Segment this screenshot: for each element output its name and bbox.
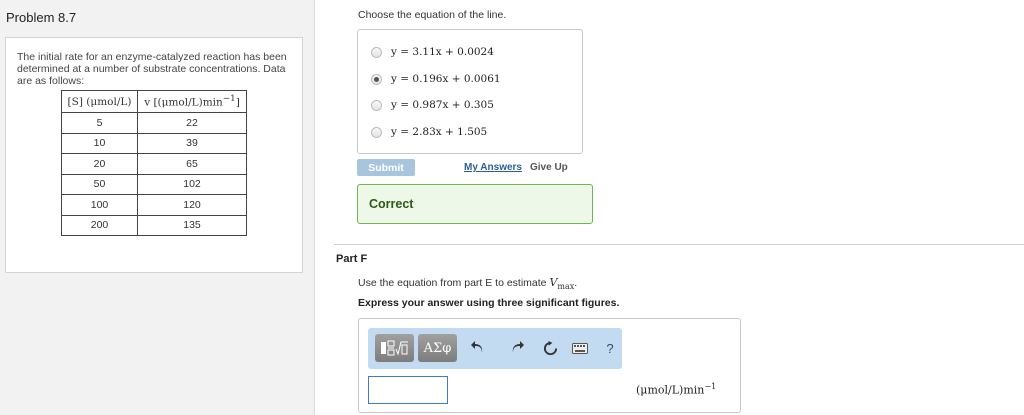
answer-panel: ΑΣφ ? (μmol/L)min−1	[358, 318, 741, 413]
part-e-prompt: Choose the equation of the line.	[358, 9, 507, 21]
table-cell: 100	[61, 194, 138, 216]
keyboard-icon[interactable]	[571, 339, 589, 357]
radio-button[interactable]	[371, 46, 382, 58]
radio-button[interactable]	[371, 99, 382, 111]
table-cell: 200	[61, 214, 138, 236]
feedback-box: Correct	[357, 184, 593, 224]
problem-statement-box: The initial rate for an enzyme-catalyzed…	[5, 37, 303, 273]
help-icon[interactable]: ?	[601, 339, 619, 357]
choice-group: y = 3.11x + 0.0024 y = 0.196x + 0.0061 y…	[357, 29, 583, 154]
table-cell: 65	[137, 153, 247, 175]
choice-option-4[interactable]: y = 2.83x + 1.505	[371, 124, 487, 140]
table-cell: 5	[61, 112, 138, 134]
unit-label: (μmol/L)min−1	[636, 382, 717, 397]
give-up-link[interactable]: Give Up	[530, 162, 568, 173]
feedback-text: Correct	[369, 197, 414, 211]
table-cell: 20	[61, 153, 138, 175]
table-row: 200 135	[61, 214, 247, 236]
part-f-title: Part F	[336, 253, 368, 265]
choice-option-3[interactable]: y = 0.987x + 0.305	[371, 97, 494, 113]
table-row: 50 102	[61, 173, 247, 195]
table-cell: 22	[137, 112, 247, 134]
redo-icon[interactable]	[508, 339, 526, 357]
column-header-rate: v [(μmol/L)min−1]	[137, 90, 247, 113]
section-divider	[334, 244, 1024, 245]
radio-button-selected[interactable]	[371, 73, 382, 85]
fraction-sqrt-template-icon[interactable]	[375, 334, 414, 362]
submit-button[interactable]: Submit	[357, 159, 415, 176]
column-header-substrate: [S] (μmol/L)	[61, 90, 138, 113]
table-cell: 50	[61, 173, 138, 195]
table-cell: 39	[137, 132, 247, 154]
table-cell: 120	[137, 194, 247, 216]
answer-input[interactable]	[368, 376, 448, 404]
choice-label[interactable]: y = 0.987x + 0.305	[391, 99, 494, 111]
table-row: 20 65	[61, 153, 247, 175]
table-row: 10 39	[61, 132, 247, 154]
part-f-express-instruction: Express your answer using three signific…	[358, 297, 620, 309]
vmax-symbol: Vmax	[549, 276, 575, 292]
choice-option-2[interactable]: y = 0.196x + 0.0061	[371, 71, 501, 87]
choice-label[interactable]: y = 3.11x + 0.0024	[391, 46, 494, 58]
reset-icon[interactable]	[541, 339, 559, 357]
choice-option-1[interactable]: y = 3.11x + 0.0024	[371, 44, 494, 60]
table-cell: 10	[61, 132, 138, 154]
problem-sidebar: Problem 8.7 The initial rate for an enzy…	[0, 0, 315, 415]
table-row: 5 22	[61, 112, 247, 134]
my-answers-link[interactable]: My Answers	[464, 162, 522, 173]
data-table: [S] (μmol/L) v [(μmol/L)min−1] 5 22 10 39 …	[61, 90, 247, 236]
undo-icon[interactable]	[469, 339, 487, 357]
math-toolbar: ΑΣφ ?	[368, 328, 622, 369]
problem-title: Problem 8.7	[6, 10, 77, 25]
part-f-instruction: Use the equation from part E to estimate…	[358, 276, 578, 292]
table-row: 100 120	[61, 194, 247, 216]
radio-button[interactable]	[371, 126, 382, 138]
table-cell: 102	[137, 173, 247, 195]
choice-label[interactable]: y = 0.196x + 0.0061	[391, 73, 501, 85]
greek-symbols-button[interactable]: ΑΣφ	[418, 334, 457, 362]
choice-label[interactable]: y = 2.83x + 1.505	[391, 126, 487, 138]
problem-intro: The initial rate for an enzyme-catalyzed…	[17, 51, 287, 87]
table-cell: 135	[137, 214, 247, 236]
